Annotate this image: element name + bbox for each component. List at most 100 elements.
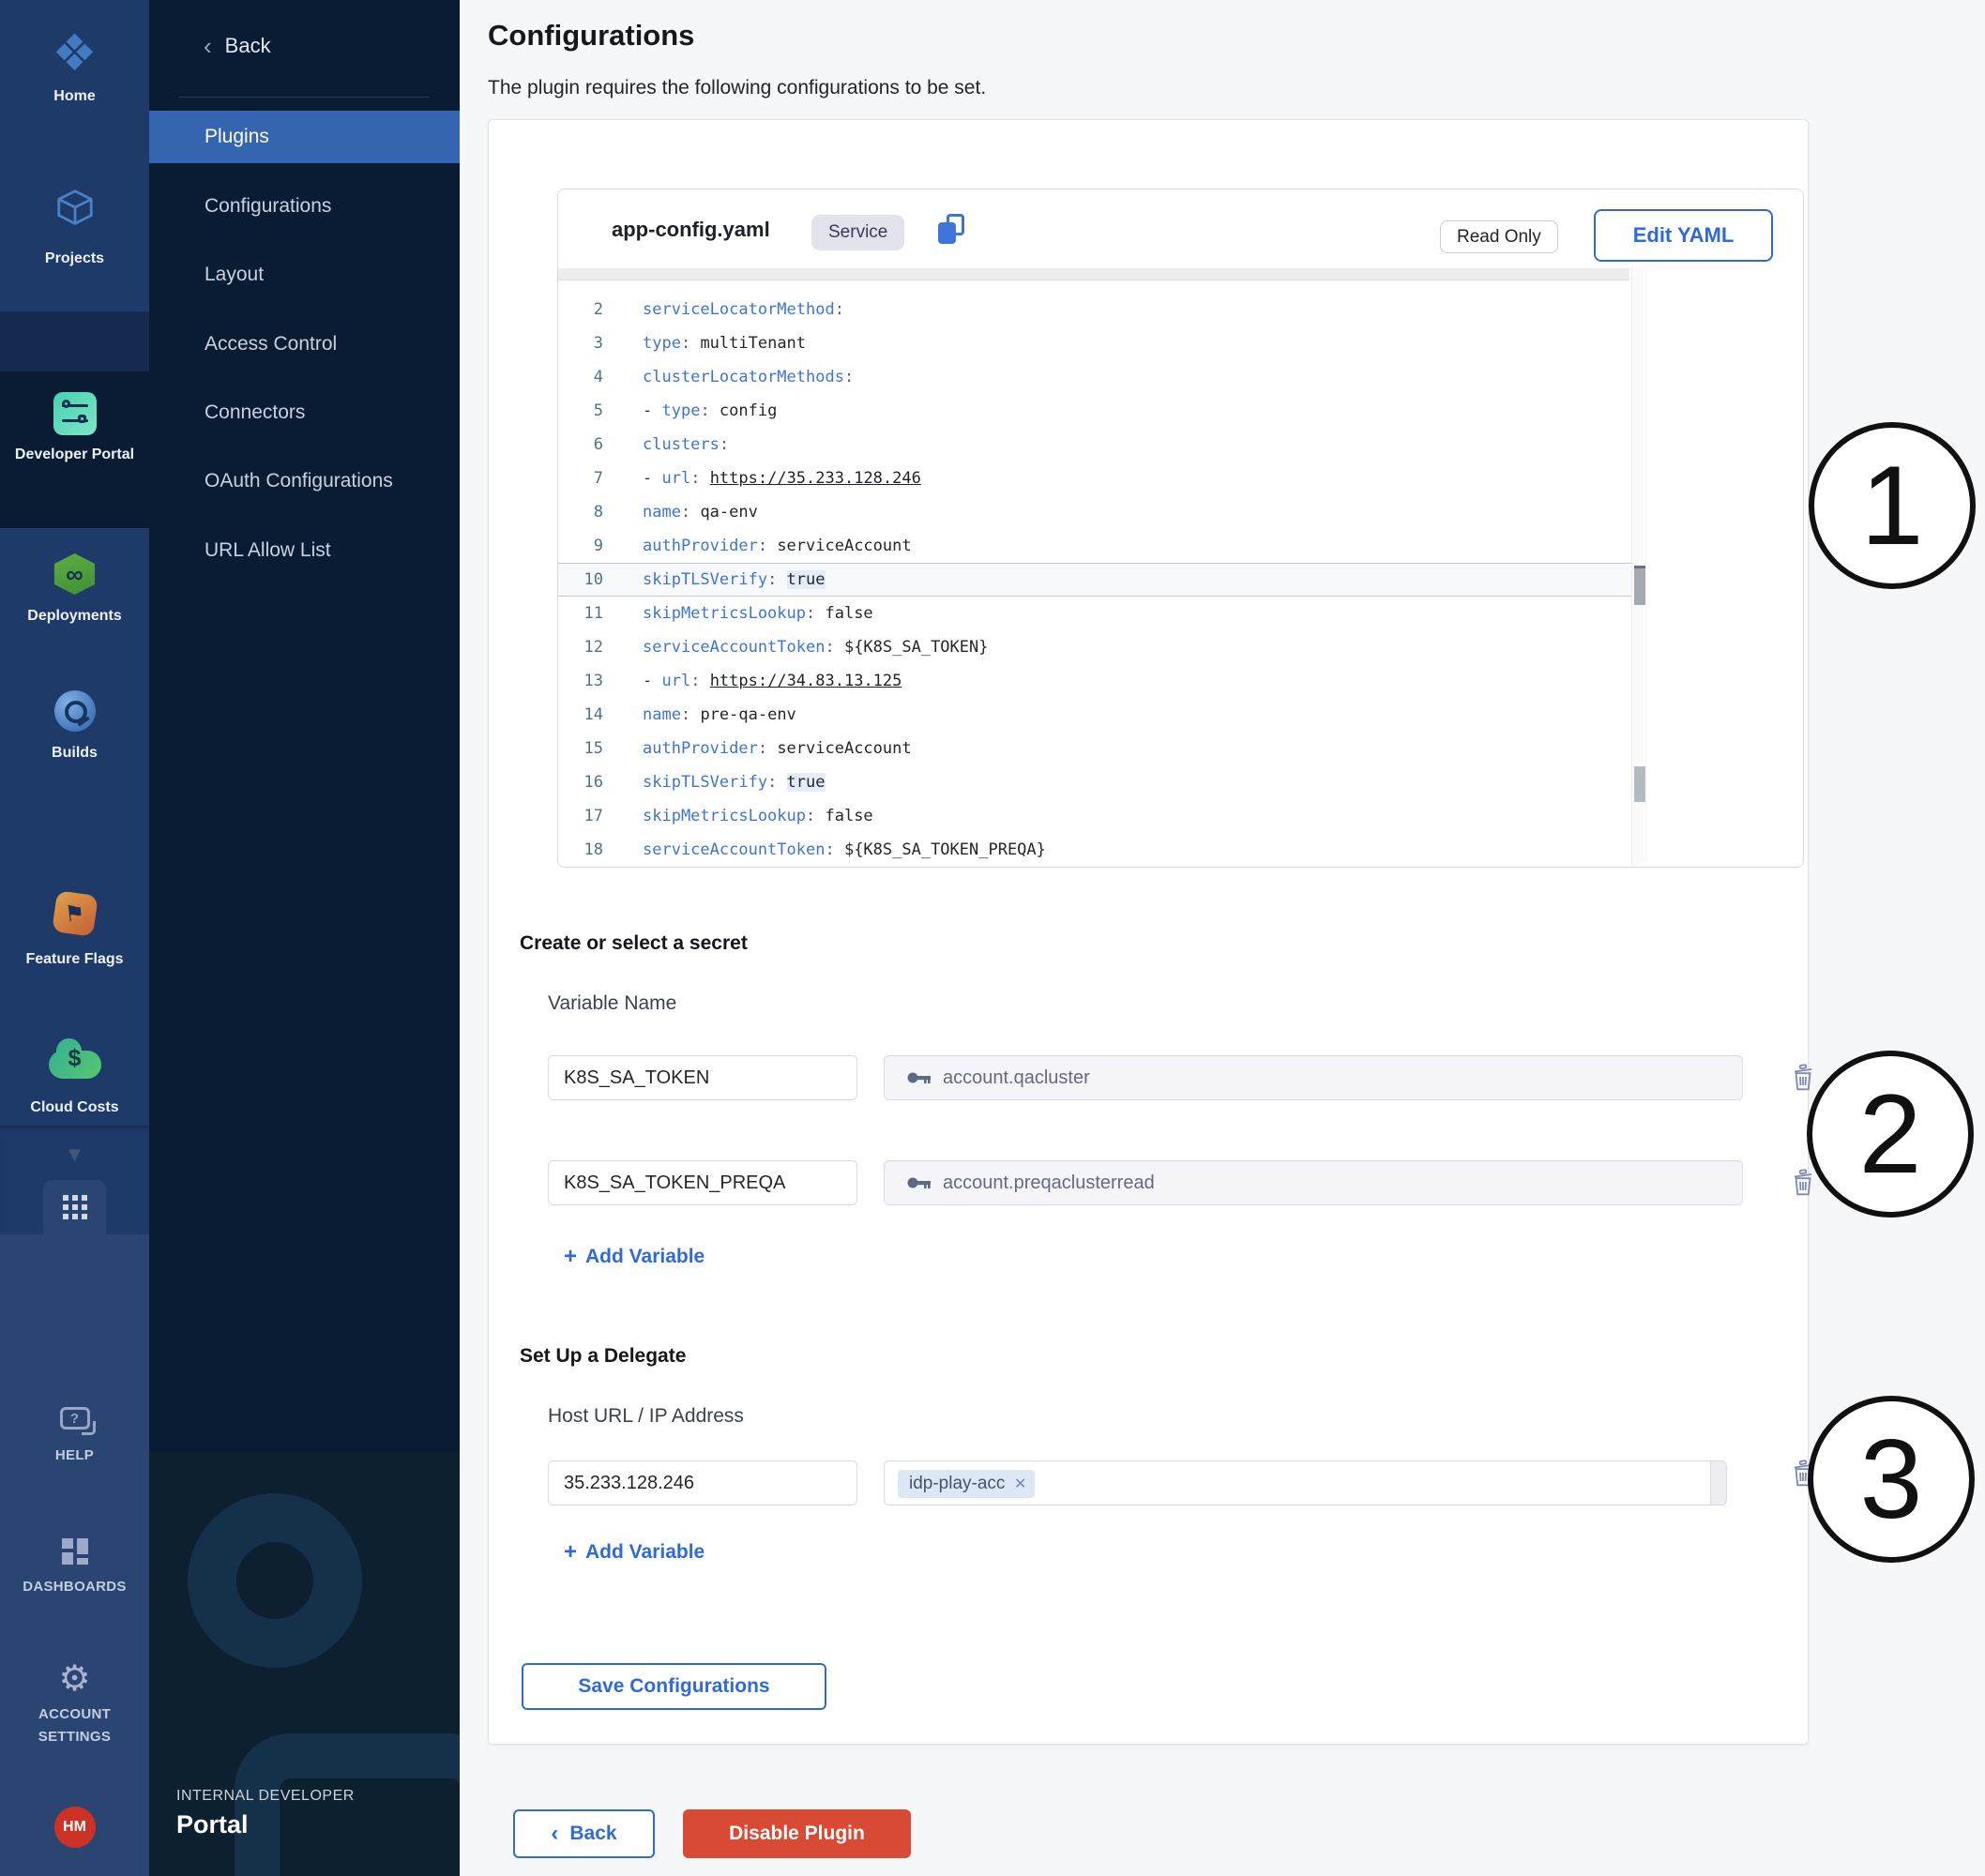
nav-item-url-allow-list[interactable]: URL Allow List	[149, 524, 460, 577]
sidebar-divider-strip	[0, 311, 149, 371]
nav-divider	[179, 97, 429, 98]
chevron-left-icon: ‹	[204, 34, 212, 58]
gear-icon[interactable]: ⚙	[0, 1660, 149, 1698]
plus-icon	[564, 1244, 577, 1270]
yaml-line: 7 - url: https://35.233.128.246	[558, 461, 1631, 495]
horizontal-scrollbar[interactable]	[558, 268, 1629, 280]
sidebar-item-account-settings[interactable]: ACCOUNT SETTINGS	[0, 1703, 149, 1748]
variable-name-input-1[interactable]	[548, 1055, 857, 1100]
chip-label: idp-play-acc	[909, 1474, 1005, 1494]
developer-portal-icon[interactable]	[0, 392, 149, 435]
chevron-down-icon[interactable]: ▼	[0, 1142, 149, 1167]
page-subtitle: The plugin requires the following config…	[488, 77, 986, 99]
yaml-line: 6 clusters:	[558, 428, 1631, 461]
sidebar-item-cloud-costs[interactable]: Cloud Costs	[0, 1097, 149, 1117]
delegate-tags-field[interactable]: idp-play-acc	[884, 1460, 1727, 1505]
help-icon[interactable]	[0, 1407, 149, 1430]
dashboards-icon[interactable]	[0, 1538, 149, 1565]
sidebar-item-feature-flags[interactable]: Feature Flags	[0, 949, 149, 969]
save-configurations-button[interactable]: Save Configurations	[522, 1663, 826, 1710]
variable-name-label: Variable Name	[548, 992, 676, 1015]
key-icon	[905, 1175, 932, 1190]
sidebar-item-developer-portal[interactable]: Developer Portal	[0, 445, 149, 464]
back-button[interactable]: ‹ Back	[513, 1809, 655, 1858]
yaml-line: 8 name: qa-env	[558, 495, 1631, 529]
feature-flags-icon[interactable]	[0, 893, 149, 934]
page-title: Configurations	[488, 19, 694, 53]
nav-item-layout[interactable]: Layout	[149, 249, 460, 301]
module-switcher-button[interactable]	[43, 1180, 106, 1234]
yaml-code-area: 1kubernetes: 2 serviceLocatorMethod: 3 t…	[558, 268, 1803, 868]
nav-item-oauth-configurations[interactable]: OAuth Configurations	[149, 455, 460, 507]
sidebar-item-deployments[interactable]: Deployments	[0, 606, 149, 626]
yaml-line-active: 10 skipTLSVerify: true	[558, 563, 1631, 597]
yaml-line: 18 serviceAccountToken: ${K8S_SA_TOKEN_P…	[558, 833, 1631, 867]
delete-variable-1-button[interactable]	[1790, 1064, 1818, 1094]
grid-icon	[63, 1195, 87, 1219]
deployments-icon[interactable]	[0, 553, 149, 595]
delegate-tag-chip: idp-play-acc	[898, 1470, 1035, 1498]
add-variable-delegate-button[interactable]: Add Variable	[564, 1539, 705, 1566]
key-icon	[905, 1070, 932, 1085]
nav-item-configurations[interactable]: Configurations	[149, 180, 460, 233]
copy-icon[interactable]	[938, 214, 964, 244]
sidebar-item-projects[interactable]: Projects	[0, 249, 149, 268]
yaml-line: 5 - type: config	[558, 394, 1631, 428]
scrollbar-marker	[1634, 766, 1645, 802]
nav-item-connectors[interactable]: Connectors	[149, 386, 460, 439]
plus-icon	[564, 1539, 577, 1566]
nav-item-access-control[interactable]: Access Control	[149, 318, 460, 371]
read-only-badge: Read Only	[1440, 220, 1558, 253]
nav-back-label: Back	[225, 34, 271, 58]
projects-cube-icon[interactable]	[0, 186, 149, 229]
builds-icon[interactable]	[0, 690, 149, 732]
variable-name-input-2[interactable]	[548, 1160, 857, 1205]
sidebar-item-help[interactable]: HELP	[0, 1445, 149, 1467]
harness-logo-icon[interactable]: ❖	[0, 28, 149, 79]
add-variable-label: Add Variable	[585, 1246, 705, 1268]
chevron-left-icon: ‹	[551, 1823, 558, 1844]
yaml-filename: app-config.yaml	[612, 218, 770, 242]
delegate-heading: Set Up a Delegate	[520, 1345, 686, 1368]
disable-plugin-button[interactable]: Disable Plugin	[683, 1809, 911, 1858]
tag-field-addon	[1710, 1461, 1726, 1505]
sidebar-item-dashboards[interactable]: DASHBOARDS	[0, 1576, 149, 1598]
yaml-line: 9 authProvider: serviceAccount	[558, 529, 1631, 563]
delete-variable-2-button[interactable]	[1790, 1169, 1818, 1199]
nav-item-plugins[interactable]: Plugins	[149, 111, 460, 163]
yaml-line: 15 authProvider: serviceAccount	[558, 732, 1631, 765]
secret-select-1[interactable]: account.qacluster	[884, 1055, 1743, 1100]
sidebar-item-home[interactable]: Home	[0, 86, 149, 106]
yaml-line: 12 serviceAccountToken: ${K8S_SA_TOKEN}	[558, 630, 1631, 664]
portal-title: Portal	[176, 1810, 249, 1839]
secret-value: account.preqaclusterread	[943, 1172, 1155, 1194]
yaml-line: 14 name: pre-qa-env	[558, 698, 1631, 732]
yaml-line: 16 skipTLSVerify: true	[558, 765, 1631, 799]
scrollbar-thumb[interactable]	[1634, 566, 1645, 605]
yaml-line: 4 clusterLocatorMethods:	[558, 360, 1631, 394]
cloud-costs-icon[interactable]	[0, 1043, 149, 1079]
edit-yaml-button[interactable]: Edit YAML	[1594, 209, 1773, 262]
yaml-line: 2 serviceLocatorMethod:	[558, 293, 1631, 326]
service-badge: Service	[811, 215, 904, 250]
add-variable-secret-button[interactable]: Add Variable	[564, 1244, 705, 1270]
yaml-line: 13 - url: https://34.83.13.125	[558, 664, 1631, 698]
nav-back-button[interactable]: ‹ Back	[204, 34, 271, 58]
chip-close-icon[interactable]	[1014, 1475, 1026, 1493]
yaml-line: 11 skipMetricsLookup: false	[558, 597, 1631, 630]
yaml-editor-card: app-config.yaml Service Read Only Edit Y…	[557, 189, 1804, 868]
annotation-circle-3: 3	[1808, 1396, 1975, 1563]
vertical-scrollbar[interactable]	[1631, 268, 1647, 868]
add-variable-label: Add Variable	[585, 1541, 705, 1564]
avatar-initials: HM	[63, 1819, 86, 1836]
user-avatar[interactable]: HM	[0, 1807, 149, 1848]
host-url-input[interactable]	[548, 1460, 857, 1505]
secret-value: account.qacluster	[943, 1067, 1090, 1089]
rounded-square-decoration	[235, 1733, 460, 1876]
sidebar-item-builds[interactable]: Builds	[0, 743, 149, 763]
plugin-settings-nav: ‹ Back Plugins Configurations Layout Acc…	[149, 0, 460, 1876]
secrets-heading: Create or select a secret	[520, 932, 748, 955]
host-url-label: Host URL / IP Address	[548, 1405, 744, 1428]
secret-select-2[interactable]: account.preqaclusterread	[884, 1160, 1743, 1205]
portal-kicker: INTERNAL DEVELOPER	[176, 1788, 355, 1805]
